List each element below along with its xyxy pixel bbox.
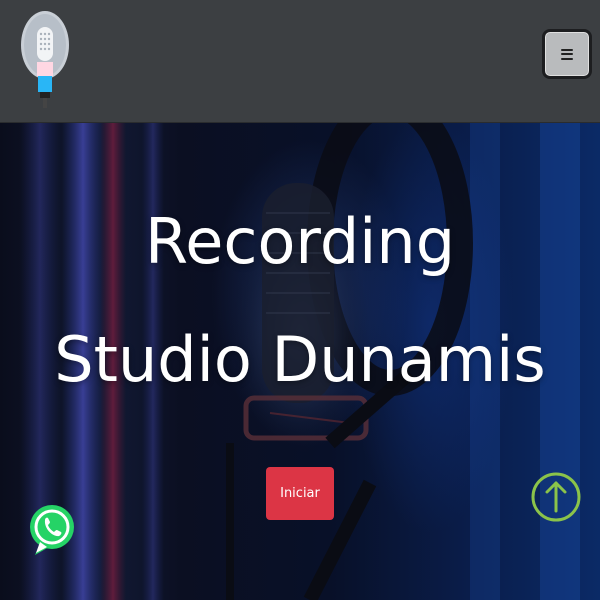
start-button[interactable]: Iniciar bbox=[266, 467, 334, 520]
menu-button[interactable] bbox=[542, 29, 592, 79]
microphone-logo-icon[interactable] bbox=[20, 10, 70, 110]
hamburger-menu-icon bbox=[561, 48, 573, 60]
hero-title-line-1: Recording bbox=[144, 205, 456, 278]
navbar bbox=[0, 0, 600, 123]
arrow-up-circle-icon[interactable] bbox=[529, 463, 583, 531]
hero-section: Recording Studio Dunamis Iniciar bbox=[0, 123, 600, 600]
hero-title: Recording Studio Dunamis bbox=[0, 183, 600, 419]
whatsapp-icon[interactable] bbox=[27, 499, 77, 561]
hero-title-line-2: Studio Dunamis bbox=[54, 323, 546, 396]
